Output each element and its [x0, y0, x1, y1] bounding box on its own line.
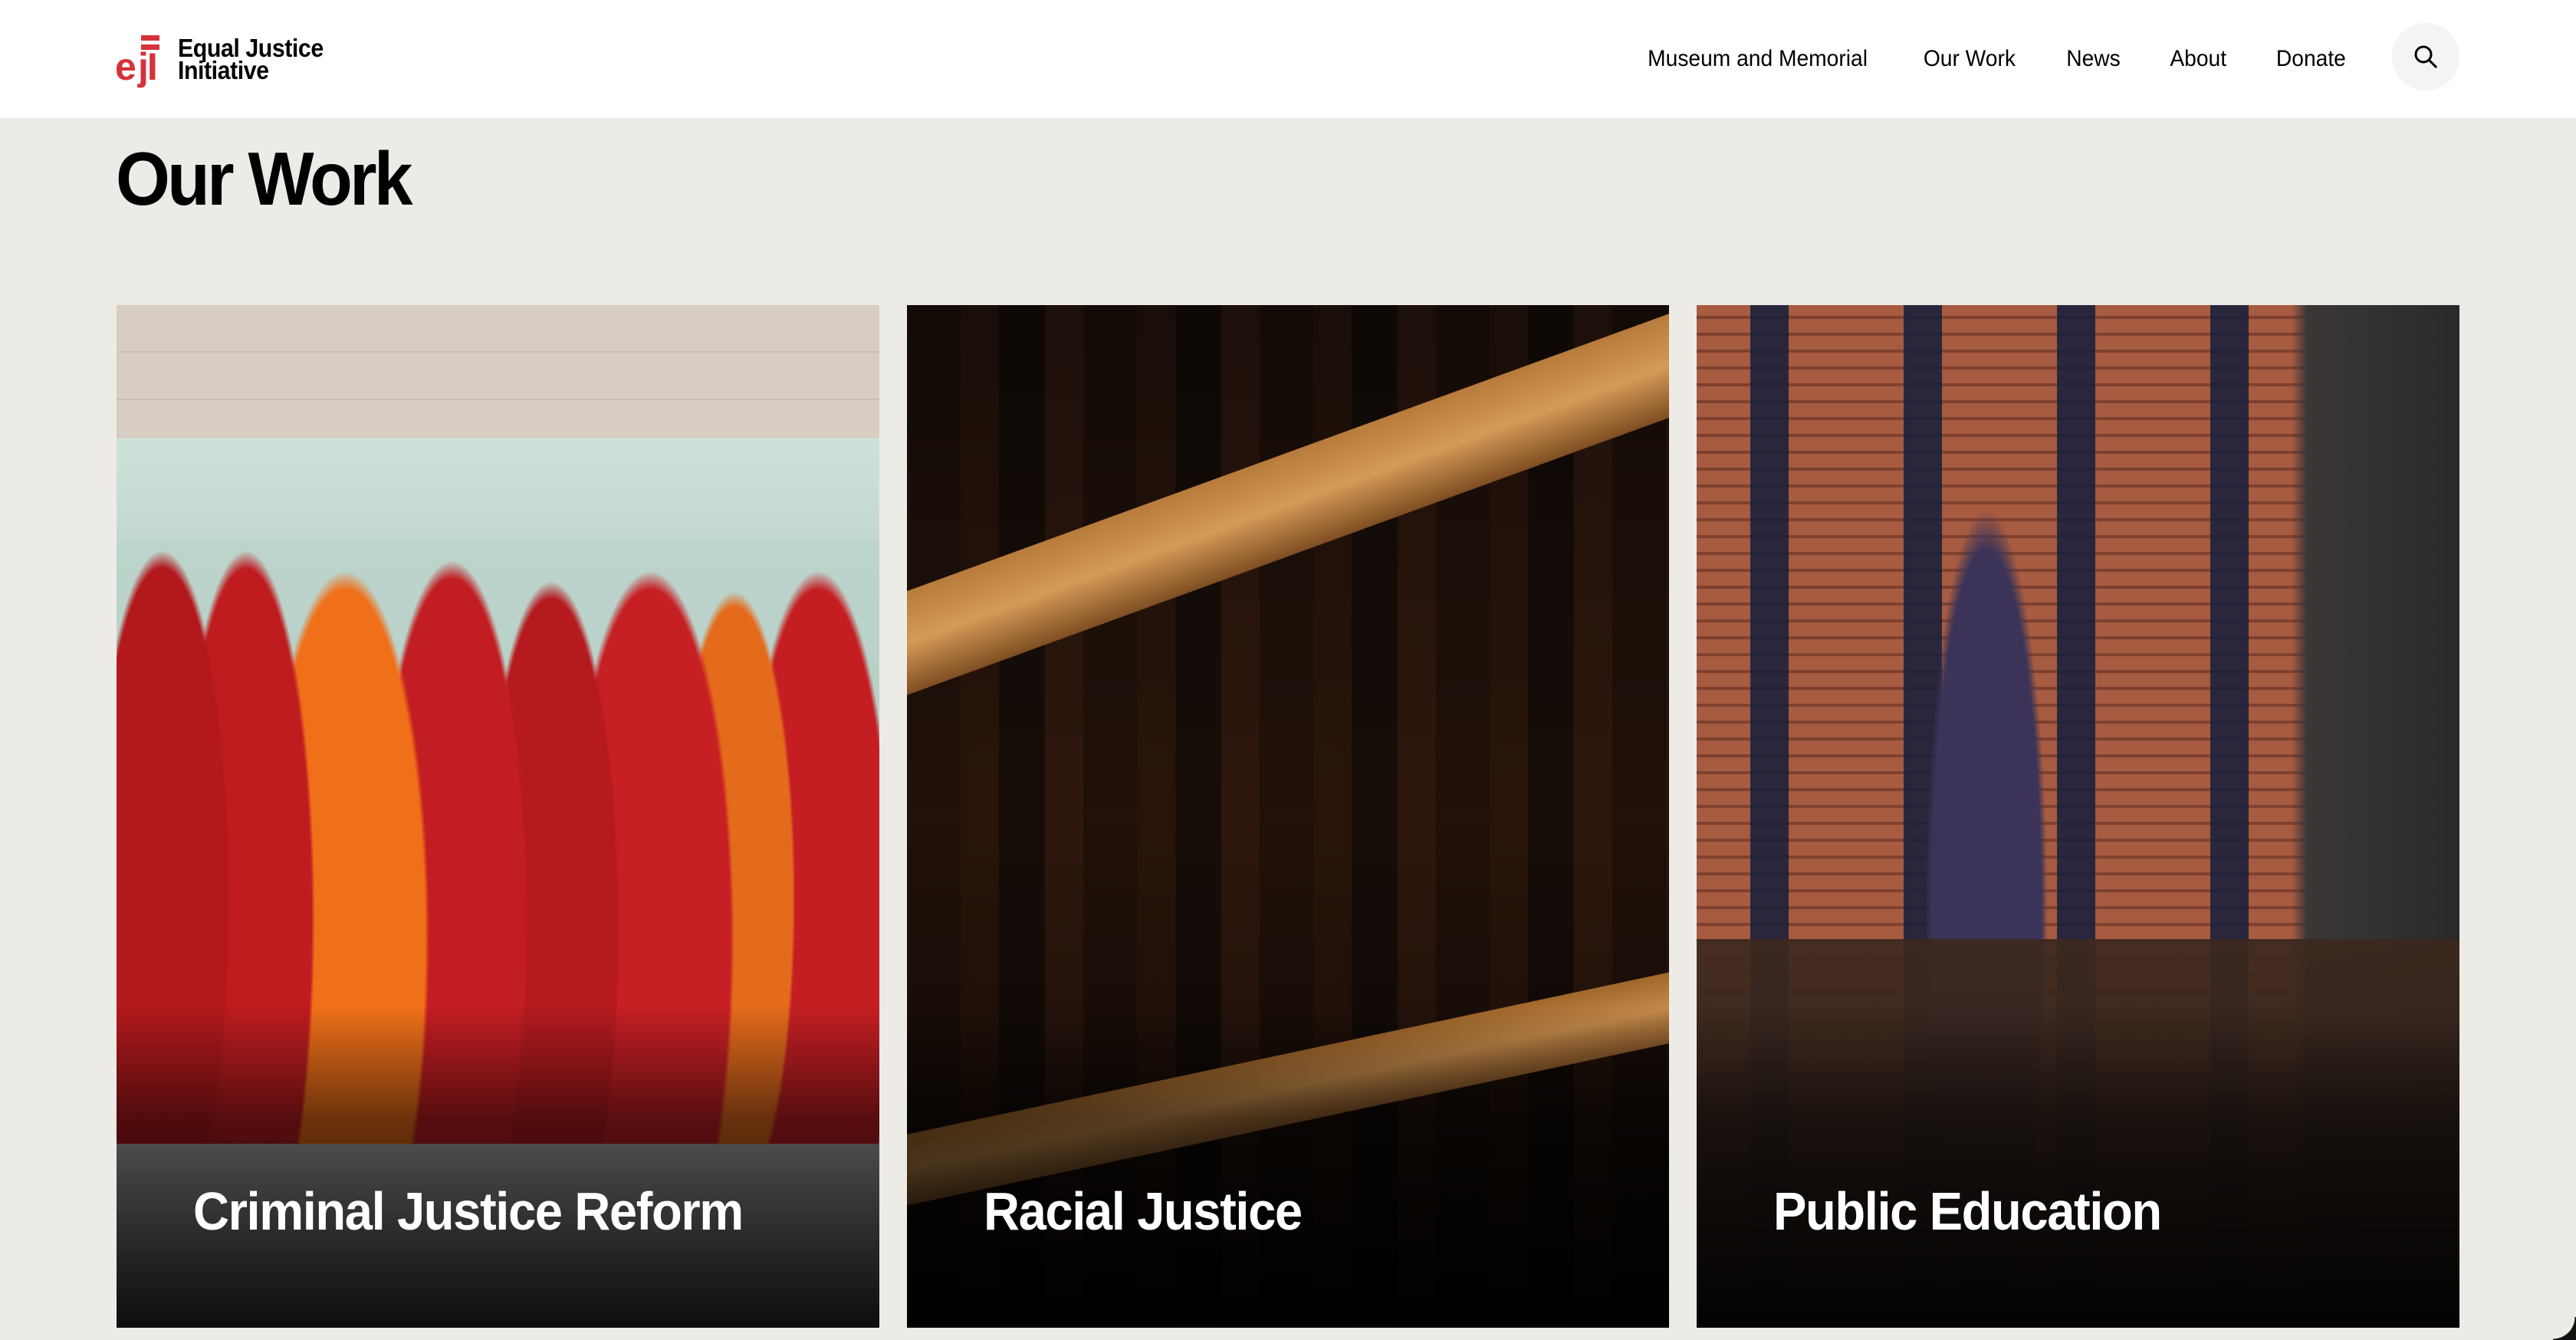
main-nav: Museum and Memorial Our Work News About …: [1641, 0, 2348, 118]
card-overlay: [117, 1006, 879, 1328]
site-header: e jI Equal Justice Initiative Museum and…: [0, 0, 2576, 118]
site-logo[interactable]: e jI Equal Justice Initiative: [115, 32, 336, 88]
window-corner: [2553, 1317, 2576, 1340]
logo-line-2: Initiative: [178, 56, 269, 84]
card-public-education[interactable]: Public Education: [1697, 305, 2460, 1328]
search-button[interactable]: [2392, 23, 2459, 90]
eji-logo-icon: e jI: [115, 35, 161, 88]
nav-donate[interactable]: Donate: [2276, 46, 2346, 72]
logo-mark-e: e: [115, 45, 136, 88]
card-overlay: [906, 1006, 1670, 1328]
page-title: Our Work: [116, 136, 413, 221]
nav-our-work[interactable]: Our Work: [1924, 46, 2016, 72]
nav-about[interactable]: About: [2170, 46, 2226, 72]
card-overlay: [1697, 1006, 2460, 1328]
card-criminal-justice-reform[interactable]: Criminal Justice Reform: [117, 305, 879, 1328]
logo-wordmark: Equal Justice Initiative: [178, 35, 324, 84]
search-icon: [2414, 45, 2438, 69]
card-racial-justice[interactable]: Racial Justice: [906, 305, 1670, 1328]
logo-bar: [141, 35, 159, 41]
card-label: Criminal Justice Reform: [193, 1181, 744, 1241]
nav-news[interactable]: News: [2066, 46, 2121, 72]
card-label: Public Education: [1773, 1181, 2162, 1241]
logo-mark-ji: jI: [138, 45, 158, 88]
work-cards: Criminal Justice Reform Racial Justice P…: [117, 305, 2460, 1328]
nav-museum-and-memorial[interactable]: Museum and Memorial: [1648, 46, 1868, 72]
card-label: Racial Justice: [983, 1181, 1303, 1241]
